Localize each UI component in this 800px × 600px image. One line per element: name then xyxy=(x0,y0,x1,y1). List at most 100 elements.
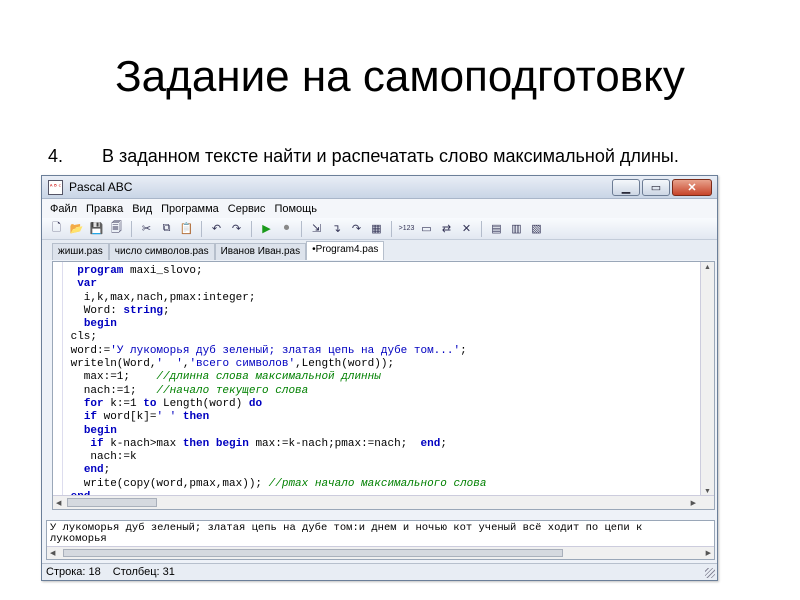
code-keyword: begin xyxy=(83,318,117,331)
scroll-down-icon[interactable]: ▼ xyxy=(704,488,711,495)
scroll-left-icon[interactable]: ◀ xyxy=(56,499,61,507)
code-editor[interactable]: program maxi_slovo; var i,k,max,nach,pma… xyxy=(52,261,715,510)
toolbar-separator xyxy=(301,220,302,237)
code-token: ,Length(word)); xyxy=(295,358,395,371)
output-scroll-thumb[interactable] xyxy=(63,549,563,557)
code-comment: //начало текущего слова xyxy=(156,384,309,397)
cut-icon[interactable]: ✂ xyxy=(138,220,155,237)
code-text[interactable]: program maxi_slovo; var i,k,max,nach,pma… xyxy=(64,265,487,504)
code-line[interactable]: word:='У лукоморья дуб зеленый; златая ц… xyxy=(64,345,486,358)
code-token: ; xyxy=(440,437,447,450)
step-icon[interactable]: ⇲ xyxy=(308,220,325,237)
code-line[interactable]: if word[k]=' ' then xyxy=(64,411,486,424)
code-line[interactable]: writeln(Word,' ','всего символов',Length… xyxy=(64,358,486,371)
output-panel[interactable]: У лукоморья дуб зеленый; златая цепь на … xyxy=(46,520,715,560)
code-comment: //pmax начало максимального слова xyxy=(268,477,487,490)
app-icon: ᴬᴮᶜ xyxy=(48,179,63,195)
output-scroll-right-icon[interactable]: ▶ xyxy=(706,549,711,557)
code-token: Length(word) xyxy=(156,397,249,410)
stop-icon[interactable]: ⏺ xyxy=(278,220,295,237)
title-bar[interactable]: ᴬᴮᶜ Pascal ABC ▁ ▭ ✕ xyxy=(42,176,717,199)
code-line[interactable]: end; xyxy=(64,464,486,477)
status-column: Столбец: 31 xyxy=(112,566,175,578)
code-line[interactable]: var xyxy=(64,278,486,291)
code-keyword: var xyxy=(77,278,98,291)
code-line[interactable]: max:=1; //длинна слова максимальной длин… xyxy=(64,371,486,384)
editor-horizontal-scrollbar[interactable]: ◀ ▶ xyxy=(53,495,714,509)
compile-icon[interactable]: ⇄ xyxy=(438,220,455,237)
tab-file-2[interactable]: число символов.pas xyxy=(108,243,215,260)
code-token: ; xyxy=(103,464,111,477)
tab-file-4-active[interactable]: •Program4.pas xyxy=(306,241,385,260)
code-token: nach:=1; xyxy=(64,384,157,397)
help-icon[interactable]: ▥ xyxy=(508,220,525,237)
menu-edit[interactable]: Правка xyxy=(86,203,123,215)
redo-icon[interactable]: ↷ xyxy=(228,220,245,237)
code-keyword: then xyxy=(182,437,210,450)
code-line[interactable]: begin xyxy=(64,425,486,438)
scroll-up-icon[interactable]: ▲ xyxy=(704,264,711,271)
code-keyword: for xyxy=(83,397,104,410)
code-comment: //длинна слова максимальной длинны xyxy=(156,371,381,384)
code-token: maxi_slovo; xyxy=(123,265,203,277)
close-button[interactable]: ✕ xyxy=(672,178,712,196)
menu-help[interactable]: Помощь xyxy=(274,203,317,215)
code-line[interactable]: begin xyxy=(64,318,486,331)
code-token: ; xyxy=(460,344,467,357)
code-line[interactable]: write(copy(word,pmax,max)); //pmax начал… xyxy=(64,477,487,491)
minimize-icon: ▁ xyxy=(621,181,631,194)
code-line[interactable]: nach:=k xyxy=(64,451,486,464)
editor-scroll-thumb[interactable] xyxy=(67,498,157,507)
output-text: У лукоморья дуб зеленый; златая цепь на … xyxy=(50,523,642,545)
code-token: cls; xyxy=(64,331,98,344)
tab-file-3[interactable]: Иванов Иван.pas xyxy=(214,243,307,260)
editor-vertical-scrollbar[interactable]: ▲ ▼ xyxy=(700,262,714,497)
copy-icon[interactable]: ⧉ xyxy=(158,220,175,237)
menu-view[interactable]: Вид xyxy=(132,203,152,215)
new-file-icon[interactable]: 🗋 xyxy=(48,220,65,237)
code-token: max:=1; xyxy=(64,371,157,384)
code-keyword: to xyxy=(143,397,157,410)
minimize-button[interactable]: ▁ xyxy=(612,178,640,196)
toolbar: 🗋 📂 💾 🗐 ✂ ⧉ 📋 ↶ ↷ ▶ ⏺ ⇲ ↴ ↷ ▦ >123 ▭ ⇄ ✕… xyxy=(42,218,717,240)
save-icon[interactable]: 💾 xyxy=(88,220,105,237)
code-line[interactable]: for k:=1 to Length(word) do xyxy=(64,398,486,411)
menu-program[interactable]: Программа xyxy=(161,203,219,215)
code-line[interactable]: i,k,max,nach,pmax:integer; xyxy=(64,292,486,305)
undo-icon[interactable]: ↶ xyxy=(208,220,225,237)
code-keyword: begin xyxy=(215,437,249,450)
run-icon[interactable]: ▶ xyxy=(258,220,275,237)
watch-icon[interactable]: ▦ xyxy=(368,220,385,237)
maximize-button[interactable]: ▭ xyxy=(642,178,670,196)
console-icon[interactable]: ▭ xyxy=(418,220,435,237)
close-file-icon[interactable]: ✕ xyxy=(458,220,475,237)
save-all-icon[interactable]: 🗐 xyxy=(108,220,125,237)
output-horizontal-scrollbar[interactable]: ◀ ▶ xyxy=(47,546,714,559)
paste-icon[interactable]: 📋 xyxy=(178,220,195,237)
code-keyword: if xyxy=(83,411,98,424)
open-folder-icon[interactable]: 📂 xyxy=(68,220,85,237)
output-line-1: У лукоморья дуб зеленый; златая цепь на … xyxy=(50,522,643,534)
code-line[interactable]: Word: string; xyxy=(64,305,486,318)
code-keyword: program xyxy=(77,265,124,277)
menu-file[interactable]: Файл xyxy=(50,203,77,215)
code-line[interactable]: if k-nach>max then begin max:=k-nach;pma… xyxy=(64,438,486,451)
step-over-icon[interactable]: ↷ xyxy=(348,220,365,237)
toolbar-separator xyxy=(201,220,202,237)
menu-service[interactable]: Сервис xyxy=(228,203,266,215)
scroll-right-icon[interactable]: ▶ xyxy=(691,499,696,507)
code-line[interactable]: program maxi_slovo; xyxy=(64,265,486,278)
step-into-icon[interactable]: ↴ xyxy=(328,220,345,237)
settings-icon[interactable]: ▤ xyxy=(488,220,505,237)
format-icon[interactable]: >123 xyxy=(398,220,415,237)
output-scroll-left-icon[interactable]: ◀ xyxy=(50,549,55,557)
code-keyword: end xyxy=(83,464,104,477)
code-line[interactable]: nach:=1; //начало текущего слова xyxy=(64,385,486,398)
tab-file-1[interactable]: жиши.pas xyxy=(52,243,109,260)
resize-grip-icon[interactable] xyxy=(705,568,715,578)
code-token: k:=1 xyxy=(103,397,144,410)
options-icon[interactable]: ▧ xyxy=(528,220,545,237)
code-line[interactable]: cls; xyxy=(64,331,486,344)
